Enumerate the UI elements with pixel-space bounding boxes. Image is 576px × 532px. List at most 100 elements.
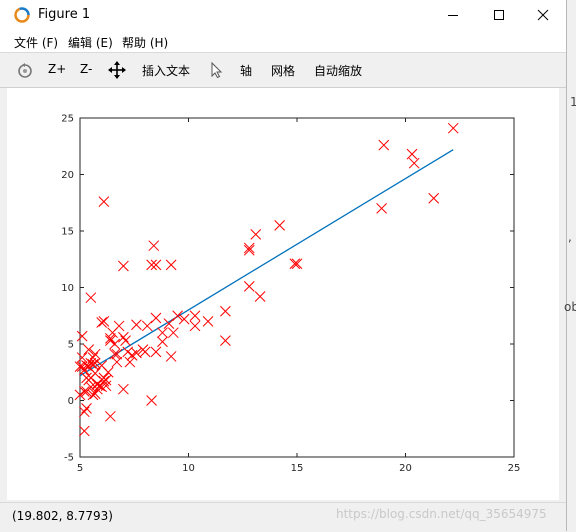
y-tick-label: -5 [64, 453, 74, 464]
data-point-marker [406, 148, 418, 160]
data-point-marker [78, 406, 90, 418]
y-tick-label: 10 [61, 283, 74, 294]
autoscale-button[interactable]: 自动缩放 [314, 62, 362, 79]
data-point-marker [243, 242, 255, 254]
data-point-marker [189, 320, 201, 332]
pan-icon[interactable] [108, 61, 126, 79]
data-point-marker [447, 122, 459, 134]
data-point-marker [111, 356, 123, 368]
zoom-in-button[interactable]: Z+ [48, 62, 66, 76]
maximize-icon [494, 10, 504, 20]
data-point-marker [150, 346, 162, 358]
y-tick-label: 25 [61, 114, 74, 125]
data-point-marker [141, 320, 153, 332]
data-point-marker [111, 348, 123, 360]
data-point-marker [189, 310, 201, 322]
data-point-marker [78, 425, 90, 437]
figure-toolbar: Z+ Z- 插入文本 轴 网格 自动缩放 [0, 53, 566, 88]
figure-window: Figure 1 文件 (F) 编辑 (E) 帮助 (H) Z+ Z- 插入文本… [0, 0, 567, 531]
figure-canvas[interactable]: 5 10 15 20 25 -5 0 5 10 15 20 25 [7, 88, 559, 500]
grid-button[interactable]: 网格 [271, 62, 295, 79]
data-point-marker [220, 305, 231, 317]
axes: 5 10 15 20 25 -5 0 5 10 15 20 25 [61, 114, 520, 475]
data-point-marker [157, 327, 168, 339]
watermark-text: https://blog.csdn.net/qq_35654975 [336, 507, 547, 521]
data-point-marker [85, 292, 97, 304]
data-point-marker [146, 259, 157, 271]
data-point-marker [220, 335, 231, 346]
background-fragment-comma: , [568, 230, 572, 244]
data-point-marker [157, 336, 168, 348]
minimize-icon [448, 15, 458, 16]
menu-bar: 文件 (F) 编辑 (E) 帮助 (H) [0, 30, 566, 53]
background-fragment-1: 1 [570, 95, 576, 109]
zoom-out-button[interactable]: Z- [80, 62, 92, 76]
menu-edit[interactable]: 编辑 (E) [68, 34, 113, 51]
close-button[interactable] [520, 0, 566, 30]
pointer-icon[interactable] [208, 61, 226, 79]
insert-text-button[interactable]: 插入文本 [142, 62, 190, 79]
background-fragment-ob: ob [564, 300, 576, 314]
minimize-button[interactable] [430, 0, 476, 30]
data-points [74, 122, 459, 437]
y-tick-label: 5 [68, 340, 74, 351]
data-point-marker [378, 139, 390, 151]
data-point-marker [146, 395, 157, 406]
data-point-marker [102, 366, 114, 378]
data-point-marker [78, 386, 90, 397]
data-point-marker [131, 319, 142, 331]
data-point-marker [254, 291, 266, 302]
regression-line [79, 149, 454, 377]
window-title: Figure 1 [38, 7, 91, 22]
data-point-marker [408, 157, 420, 169]
data-point-marker [165, 259, 177, 271]
data-point-marker [89, 348, 101, 360]
x-tick-label: 15 [291, 463, 304, 474]
data-point-marker [243, 281, 255, 292]
close-icon [537, 9, 549, 21]
data-point-marker [120, 335, 131, 346]
data-point-marker [81, 403, 92, 414]
x-tick-label: 25 [508, 463, 521, 474]
data-point-marker [98, 196, 110, 207]
data-point-marker [165, 351, 177, 362]
data-point-marker [167, 327, 179, 339]
data-point-marker [250, 229, 262, 240]
fit-line-layer [79, 149, 454, 377]
data-point-marker [428, 192, 440, 204]
data-point-marker [150, 312, 162, 324]
data-point-marker [148, 240, 160, 252]
x-tick-label: 5 [77, 463, 83, 474]
data-point-marker [150, 259, 162, 271]
menu-help[interactable]: 帮助 (H) [122, 34, 168, 51]
data-point-marker [105, 335, 116, 346]
data-point-marker [289, 258, 301, 270]
cursor-coordinates: (19.802, 8.7793) [12, 509, 113, 523]
axes-box [79, 117, 515, 458]
octave-app-icon [14, 7, 30, 23]
title-bar[interactable]: Figure 1 [0, 0, 566, 30]
axis-button[interactable]: 轴 [240, 62, 252, 79]
x-tick-label: 10 [182, 463, 195, 474]
data-point-marker [118, 260, 129, 272]
data-point-marker [109, 338, 121, 350]
data-point-marker [109, 348, 121, 360]
y-tick-label: 15 [61, 227, 74, 238]
data-point-marker [243, 244, 255, 256]
menu-file[interactable]: 文件 (F) [14, 34, 58, 51]
data-point-marker [202, 316, 214, 327]
scatter-plot[interactable]: 5 10 15 20 25 -5 0 5 10 15 20 25 [7, 88, 559, 500]
y-tick-label: 0 [68, 396, 74, 407]
data-point-marker [274, 219, 285, 231]
rotate-icon[interactable] [16, 61, 34, 79]
y-tick-label: 20 [61, 170, 74, 181]
data-point-marker [118, 383, 129, 395]
data-point-marker [76, 330, 88, 342]
data-point-marker [291, 258, 303, 270]
data-point-marker [105, 410, 116, 422]
data-point-marker [118, 331, 129, 343]
data-point-marker [124, 356, 136, 368]
data-point-marker [376, 203, 387, 214]
maximize-button[interactable] [476, 0, 522, 30]
x-tick-label: 20 [399, 463, 412, 474]
